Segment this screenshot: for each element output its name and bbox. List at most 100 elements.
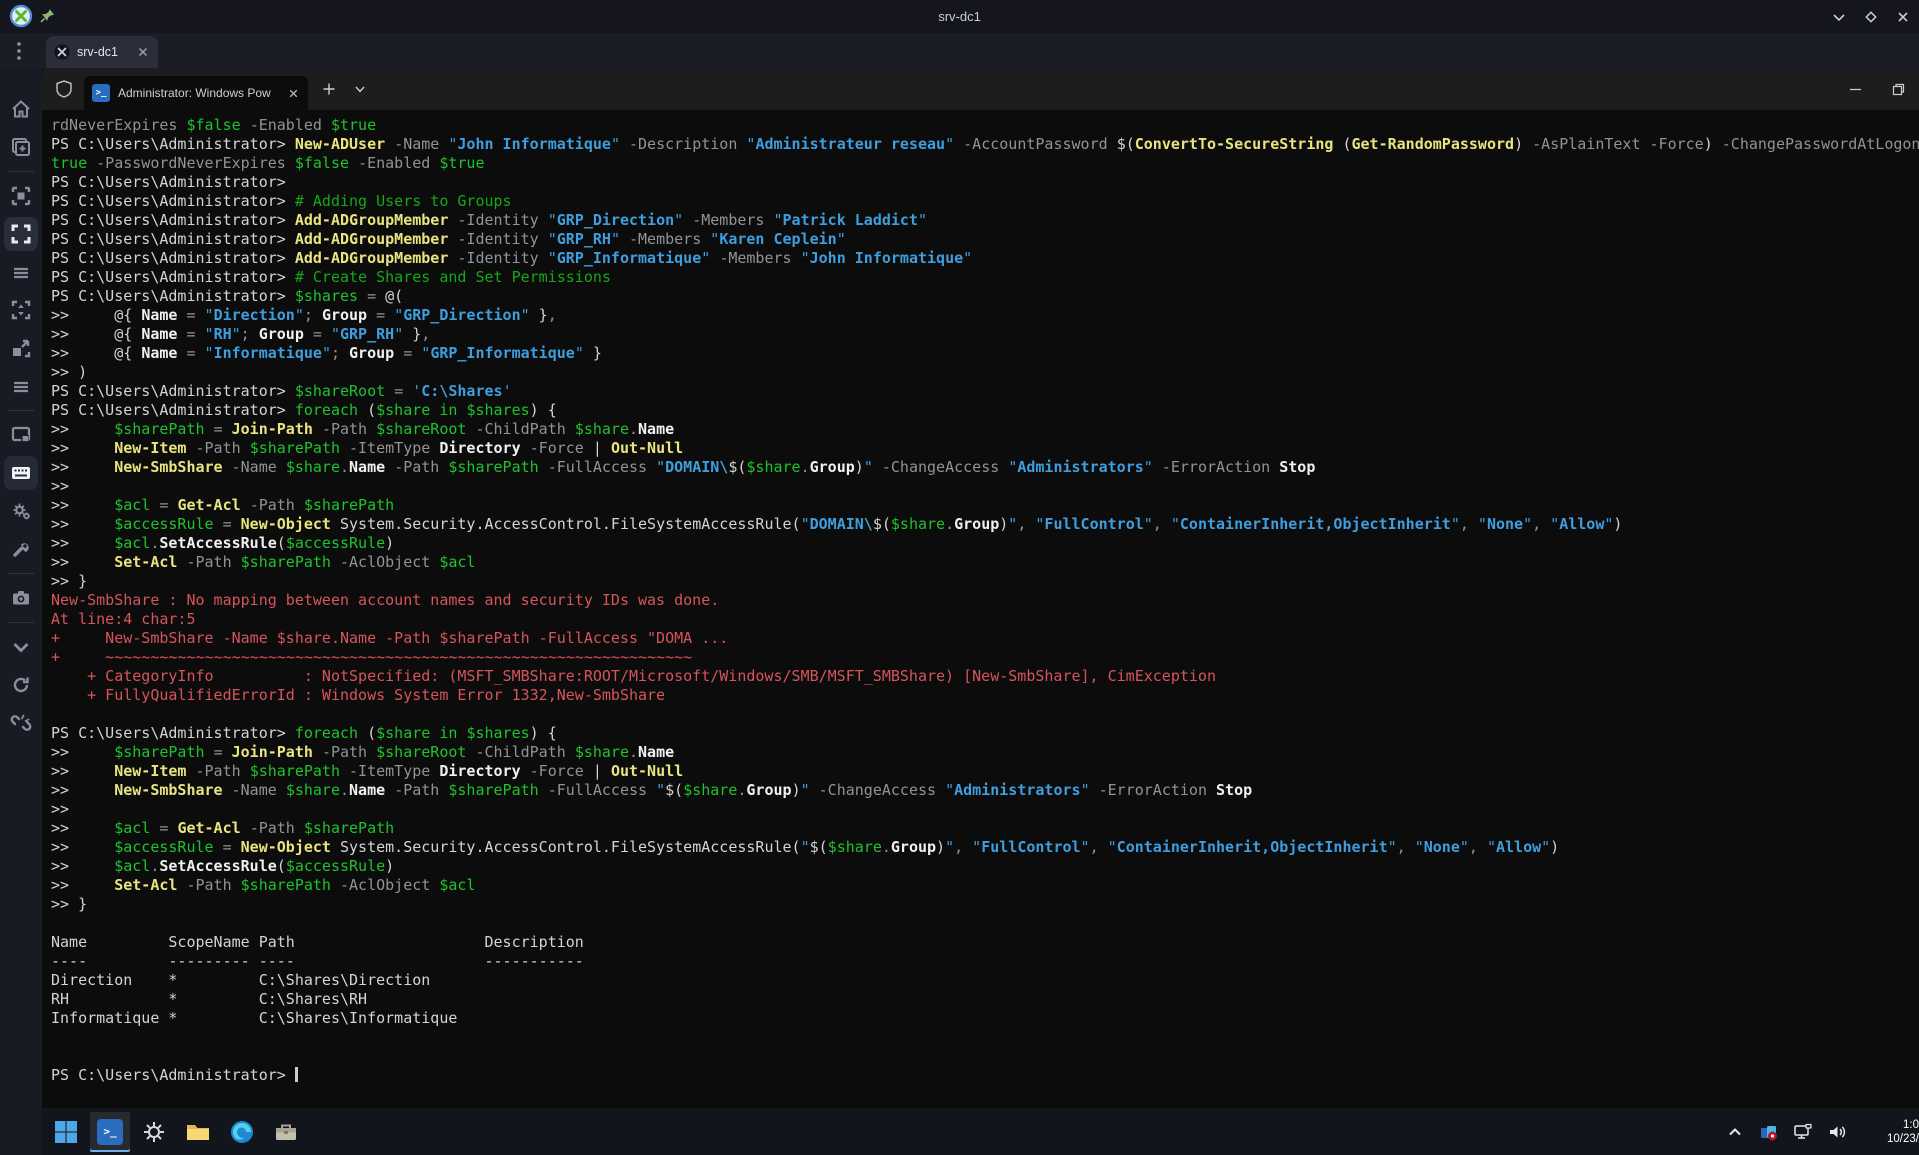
terminal-line: PS C:\Users\Administrator> Add-ADGroupMe… [51,211,1919,230]
terminal-line: >> New-Item -Path $sharePath -ItemType D… [51,762,1919,781]
taskbar-server-manager-button[interactable] [266,1112,306,1152]
taskbar-settings-button[interactable] [134,1112,174,1152]
terminal-line: + ~~~~~~~~~~~~~~~~~~~~~~~~~~~~~~~~~~~~~~… [51,648,1919,667]
sidebar-drag-lines-button[interactable] [4,255,38,289]
vm-sphere-icon [54,44,70,60]
drag-lines-2-icon [10,375,32,397]
terminal-maximize-button[interactable] [1892,83,1905,96]
window-close-button[interactable] [1895,9,1911,25]
screenshot-camera-icon [10,587,32,609]
terminal-line: >> Set-Acl -Path $sharePath -AclObject $… [51,553,1919,572]
terminal-titlebar: >_ Administrator: Windows Pow [42,68,1919,110]
console-toolbar-sidebar [0,68,42,1155]
admin-shield-icon [54,79,74,99]
terminal-line [51,705,1919,724]
terminal-line: RH * C:\Shares\RH [51,990,1919,1009]
terminal-tab[interactable]: >_ Administrator: Windows Pow [84,76,308,110]
terminal-line: >> } [51,572,1919,591]
terminal-line: >> ) [51,363,1919,382]
vm-connection-tab[interactable]: srv-dc1 [46,36,158,68]
server-manager-alert-icon[interactable] [1759,1122,1779,1142]
terminal-line: >> Set-Acl -Path $sharePath -AclObject $… [51,876,1919,895]
connection-tabstrip: srv-dc1 [0,33,1919,68]
sidebar-settings-gears-button[interactable] [4,494,38,528]
terminal-line: PS C:\Users\Administrator> [51,173,1919,192]
tools-wrench-icon [10,538,32,560]
menu-dots-icon[interactable] [10,39,28,63]
taskbar-edge-button[interactable] [222,1112,262,1152]
terminal-line: Direction * C:\Shares\Direction [51,971,1919,990]
home-icon [10,98,32,120]
terminal-line: >> $acl.SetAccessRule($accessRule) [51,857,1919,876]
taskbar-clock[interactable]: 1:0 10/23/ [1865,1118,1919,1146]
terminal-line: PS C:\Users\Administrator> # Adding User… [51,192,1919,211]
terminal-line: Name ScopeName Path Description [51,933,1919,952]
refresh-icon [10,674,32,696]
sidebar-refresh-button[interactable] [4,668,38,702]
picture-in-picture-icon [10,424,32,446]
app-header: srv-dc1 [0,0,1919,33]
sidebar-screenshot-camera-button[interactable] [4,581,38,615]
new-tab-plus-icon[interactable] [322,82,336,96]
terminal-output[interactable]: rdNeverExpires $false -Enabled $truePS C… [42,110,1919,1108]
terminal-line: PS C:\Users\Administrator> $shares = @( [51,287,1919,306]
window-maximize-button[interactable] [1863,9,1879,25]
terminal-line: At line:4 char:5 [51,610,1919,629]
volume-icon[interactable] [1827,1122,1847,1142]
sidebar-center-screen-button[interactable] [4,179,38,213]
taskbar-powershell-button[interactable]: >_ [90,1112,130,1152]
window-title: srv-dc1 [0,9,1919,24]
terminal-line: PS C:\Users\Administrator> Add-ADGroupMe… [51,249,1919,268]
clock-time: 1:0 [1865,1118,1919,1132]
tab-dropdown-chevron-icon[interactable] [354,83,366,95]
terminal-line: ---- --------- ---- ----------- [51,952,1919,971]
sidebar-keyboard-button[interactable] [4,456,38,490]
sidebar-add-display-button[interactable] [4,130,38,164]
terminal-line [51,914,1919,933]
terminal-line: >> @{ Name = "RH"; Group = "GRP_RH" }, [51,325,1919,344]
terminal-line: PS C:\Users\Administrator> [51,1066,1919,1085]
network-icon[interactable] [1793,1122,1813,1142]
powershell-icon: >_ [92,84,110,102]
sidebar-drag-lines-2-button[interactable] [4,369,38,403]
terminal-line: >> $accessRule = New-Object System.Secur… [51,515,1919,534]
sidebar-fit-screen-button[interactable] [4,293,38,327]
terminal-tab-close-icon[interactable] [287,87,300,100]
terminal-line: + CategoryInfo : NotSpecified: (MSFT_SMB… [51,667,1919,686]
terminal-line: PS C:\Users\Administrator> foreach ($sha… [51,724,1919,743]
window-minimize-button[interactable] [1831,9,1847,25]
vm-screen: >_ Administrator: Windows Pow rdNeverExp… [42,68,1919,1155]
powershell-taskbar-icon: >_ [97,1119,123,1145]
settings-gear-icon [141,1119,167,1145]
sidebar-divider [8,410,34,411]
terminal-line: PS C:\Users\Administrator> # Create Shar… [51,268,1919,287]
hidden-icons-chevron[interactable] [1725,1122,1745,1142]
system-tray: 1:0 10/23/ [1725,1108,1919,1155]
terminal-line: Informatique * C:\Shares\Informatique [51,1009,1919,1028]
sidebar-divider [8,622,34,623]
terminal-minimize-button[interactable] [1849,83,1862,96]
sidebar-disconnect-link-button[interactable] [4,706,38,740]
terminal-line: >> $acl = Get-Acl -Path $sharePath [51,496,1919,515]
disconnect-link-icon [10,712,32,734]
terminal-line: >> @{ Name = "Direction"; Group = "GRP_D… [51,306,1919,325]
sidebar-fullscreen-button[interactable] [4,217,38,251]
terminal-line: >> @{ Name = "Informatique"; Group = "GR… [51,344,1919,363]
terminal-line: true -PasswordNeverExpires $false -Enabl… [51,154,1919,173]
sidebar-collapse-chevron-button[interactable] [4,630,38,664]
resize-screen-icon [10,337,32,359]
settings-gears-icon [10,500,32,522]
keyboard-icon [10,462,32,484]
vm-tab-close-icon[interactable] [136,45,150,59]
sidebar-home-button[interactable] [4,92,38,126]
taskbar-file-explorer-button[interactable] [178,1112,218,1152]
sidebar-picture-in-picture-button[interactable] [4,418,38,452]
start-button[interactable] [46,1112,86,1152]
sidebar-tools-wrench-button[interactable] [4,532,38,566]
terminal-cursor [295,1067,298,1082]
sidebar-divider [8,573,34,574]
sidebar-resize-screen-button[interactable] [4,331,38,365]
terminal-line: >> $sharePath = Join-Path -Path $shareRo… [51,420,1919,439]
terminal-line: >> New-Item -Path $sharePath -ItemType D… [51,439,1919,458]
terminal-line: New-SmbShare : No mapping between accoun… [51,591,1919,610]
